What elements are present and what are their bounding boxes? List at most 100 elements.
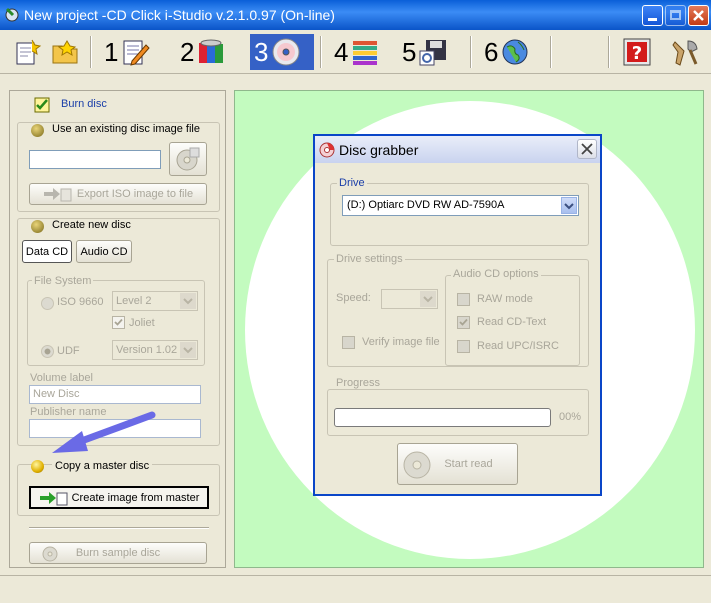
speed-label: Speed: bbox=[336, 292, 371, 304]
toolbar-separator bbox=[90, 36, 92, 68]
existing-image-label: Use an existing disc image file bbox=[52, 123, 200, 135]
read-cd-text-checkbox[interactable] bbox=[457, 316, 470, 329]
progress-bar bbox=[334, 408, 551, 427]
new-disc-radio[interactable] bbox=[31, 220, 44, 233]
chevron-down-icon bbox=[423, 296, 433, 303]
app-icon bbox=[5, 7, 19, 22]
volume-label-value: New Disc bbox=[33, 388, 80, 400]
check-icon bbox=[114, 318, 123, 326]
iso-level-select[interactable]: Level 2 bbox=[112, 291, 198, 311]
speed-select[interactable] bbox=[381, 289, 438, 309]
dropdown-arrow bbox=[180, 342, 196, 358]
drive-label: Drive bbox=[337, 177, 367, 189]
annotation-arrow-icon bbox=[52, 411, 156, 453]
create-image-from-master-label: Create image from master bbox=[71, 491, 200, 504]
close-button[interactable] bbox=[688, 5, 709, 26]
export-iso-button[interactable]: Export ISO image to file bbox=[29, 183, 207, 205]
volume-label-caption: Volume label bbox=[30, 372, 93, 384]
step-number: 1 bbox=[104, 36, 119, 67]
new-document-icon bbox=[16, 39, 42, 65]
start-read-button[interactable]: Start read bbox=[397, 443, 518, 485]
help-icon: ? bbox=[623, 38, 651, 66]
udf-version-value: Version 1.02 bbox=[116, 344, 178, 356]
raw-mode-label: RAW mode bbox=[477, 293, 533, 305]
maximize-button[interactable] bbox=[665, 5, 686, 26]
export-iso-label: Export ISO image to file bbox=[76, 188, 194, 200]
new-disc-label: Create new disc bbox=[52, 219, 131, 231]
read-upc-label: Read UPC/ISRC bbox=[477, 340, 559, 352]
read-cd-text-label: Read CD-Text bbox=[477, 316, 547, 328]
udf-radio[interactable] bbox=[41, 345, 54, 358]
books-icon bbox=[353, 41, 378, 65]
step-4-button[interactable]: 4 bbox=[330, 34, 380, 70]
close-icon bbox=[581, 143, 593, 155]
close-icon bbox=[693, 10, 704, 21]
export-icon bbox=[39, 491, 68, 505]
burn-disc-heading: Burn disc bbox=[61, 98, 107, 110]
minimize-button[interactable] bbox=[642, 5, 663, 26]
udf-version-select[interactable]: Version 1.02 bbox=[112, 340, 198, 360]
progress-label: Progress bbox=[334, 377, 383, 389]
toolbar: 1 2 3 4 5 6 ? bbox=[0, 30, 711, 74]
step-2-button[interactable]: 2 bbox=[176, 34, 226, 70]
open-folder-icon bbox=[52, 40, 78, 64]
disc-icon bbox=[403, 451, 431, 479]
tab-data-cd-label: Data CD bbox=[25, 245, 69, 258]
existing-image-radio[interactable] bbox=[31, 124, 44, 137]
toolbar-separator bbox=[320, 36, 322, 68]
burn-sample-disc-label: Burn sample disc bbox=[75, 547, 161, 559]
dialog-close-button[interactable] bbox=[577, 139, 597, 159]
image-path-input[interactable] bbox=[29, 150, 161, 169]
drive-select[interactable]: (D:) Optiarc DVD RW AD-7590A bbox=[342, 195, 579, 216]
check-icon bbox=[459, 318, 468, 326]
edit-icon bbox=[123, 40, 151, 66]
disc-browse-icon bbox=[176, 147, 200, 171]
drive-settings-label: Drive settings bbox=[334, 253, 405, 265]
new-project-button[interactable] bbox=[12, 34, 42, 70]
dialog-title: Disc grabber bbox=[339, 142, 419, 158]
verify-image-checkbox[interactable] bbox=[342, 336, 355, 349]
step-number: 3 bbox=[254, 36, 269, 67]
step-number: 4 bbox=[334, 36, 349, 67]
open-project-button[interactable] bbox=[50, 34, 80, 70]
toolbar-separator bbox=[550, 36, 552, 68]
burn-sample-disc-button[interactable]: Burn sample disc bbox=[29, 542, 207, 564]
disc-icon bbox=[319, 142, 335, 158]
joliet-checkbox[interactable] bbox=[112, 316, 125, 329]
browse-image-button[interactable] bbox=[169, 142, 207, 176]
step-1-button[interactable]: 1 bbox=[100, 34, 151, 70]
verify-image-label: Verify image file bbox=[362, 336, 440, 348]
checkbox-icon bbox=[34, 97, 50, 113]
toolbar-separator bbox=[608, 36, 610, 68]
toolbar-separator bbox=[470, 36, 472, 68]
audio-options-label: Audio CD options bbox=[451, 268, 541, 280]
chevron-down-icon bbox=[564, 203, 574, 210]
iso9660-label: ISO 9660 bbox=[57, 296, 104, 308]
dropdown-arrow bbox=[561, 197, 577, 214]
window-title: New project -CD Click i-Studio v.2.1.0.9… bbox=[24, 7, 335, 23]
step-3-button[interactable]: 3 bbox=[250, 34, 314, 70]
drive-select-value: (D:) Optiarc DVD RW AD-7590A bbox=[347, 199, 505, 211]
chevron-down-icon bbox=[183, 298, 193, 305]
svg-text:?: ? bbox=[632, 43, 642, 64]
dropdown-arrow bbox=[180, 293, 196, 309]
iso9660-radio[interactable] bbox=[41, 297, 54, 310]
tools-button[interactable] bbox=[670, 34, 700, 70]
chevron-down-icon bbox=[183, 347, 193, 354]
files-icon bbox=[199, 39, 224, 63]
copy-master-radio[interactable] bbox=[31, 460, 44, 473]
volume-label-input[interactable]: New Disc bbox=[29, 385, 201, 404]
file-system-label: File System bbox=[32, 275, 94, 287]
title-bar: New project -CD Click i-Studio v.2.1.0.9… bbox=[0, 0, 711, 30]
raw-mode-checkbox[interactable] bbox=[457, 293, 470, 306]
step-6-button[interactable]: 6 bbox=[480, 34, 530, 70]
tab-audio-cd[interactable]: Audio CD bbox=[76, 240, 132, 263]
tab-data-cd[interactable]: Data CD bbox=[22, 240, 72, 263]
help-button[interactable]: ? bbox=[622, 34, 652, 70]
burn-options-panel: Burn disc Use an existing disc image fil… bbox=[9, 90, 226, 568]
read-upc-checkbox[interactable] bbox=[457, 340, 470, 353]
create-image-from-master-button[interactable]: Create image from master bbox=[29, 486, 209, 509]
step-5-button[interactable]: 5 bbox=[398, 34, 448, 70]
step-number: 2 bbox=[180, 36, 195, 67]
save-icon bbox=[419, 40, 447, 66]
